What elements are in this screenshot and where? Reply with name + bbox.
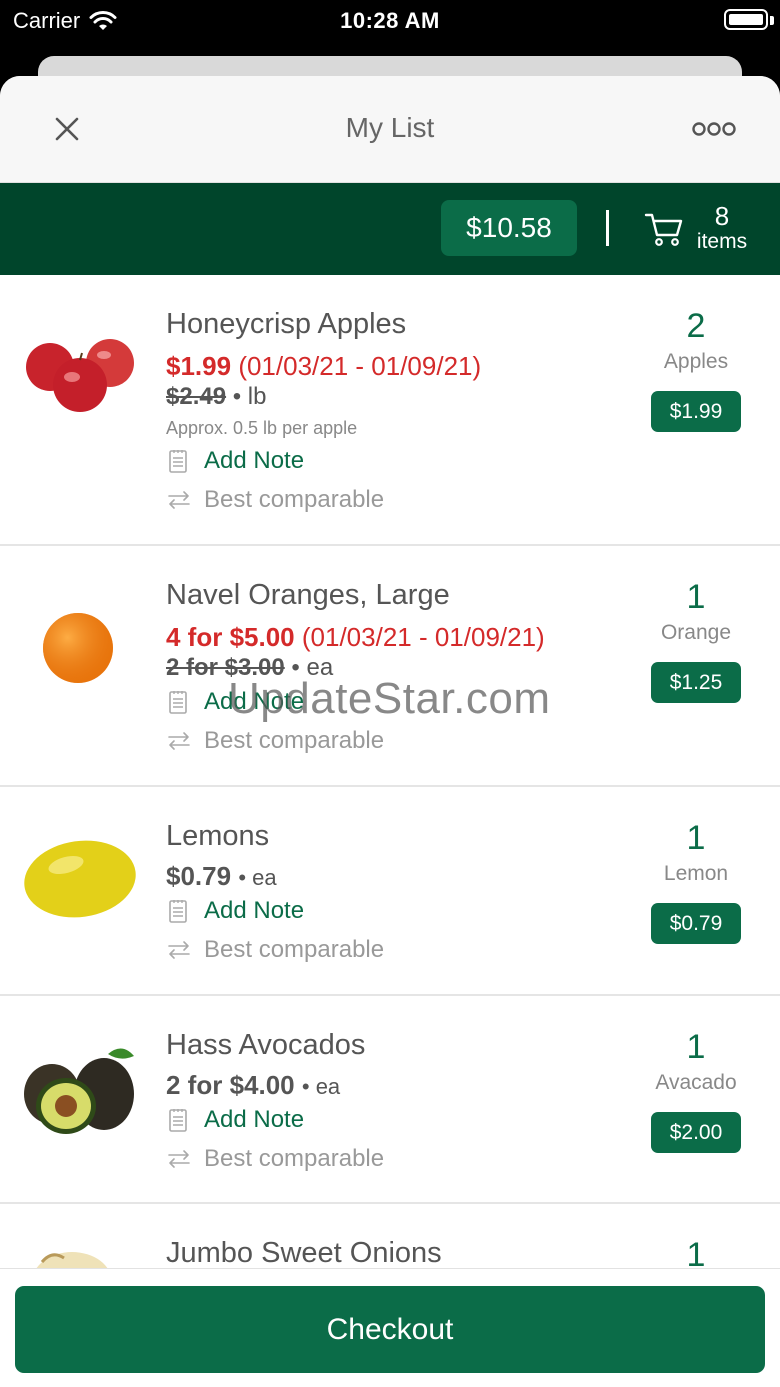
summary-divider	[606, 210, 609, 246]
add-note-label: Add Note	[204, 897, 305, 924]
unit-suffix: • ea	[238, 865, 277, 890]
best-comparable-option[interactable]: Best comparable	[166, 486, 384, 514]
best-comparable-label: Best comparable	[204, 936, 385, 963]
note-icon	[169, 450, 187, 473]
swap-arrows-icon	[168, 941, 190, 959]
best-comparable-label: Best comparable	[204, 1145, 385, 1172]
item-name[interactable]: Hass Avocados	[166, 1029, 365, 1062]
orange-image	[43, 613, 113, 683]
battery-nub	[770, 16, 774, 25]
cart-icon[interactable]	[644, 211, 684, 247]
quantity-value[interactable]: 1	[636, 819, 756, 858]
add-note-button[interactable]: Add Note	[166, 447, 304, 475]
line-total-badge[interactable]: $0.79	[651, 903, 741, 944]
lemon-image	[24, 840, 136, 918]
note-icon	[169, 900, 187, 923]
unit-suffix: • ea	[301, 1074, 341, 1099]
add-note-label: Add Note	[204, 688, 305, 715]
regular-price-line: 2 for $3.00 • ea	[166, 654, 333, 682]
item-name[interactable]: Honeycrisp Apples	[166, 308, 406, 341]
list-item[interactable]: Lemons $0.79 • ea Add Note Best comparab…	[0, 787, 780, 996]
list-total-badge[interactable]: $10.58	[441, 200, 577, 256]
best-comparable-option[interactable]: Best comparable	[166, 727, 384, 755]
item-count-label: items	[696, 230, 748, 253]
sale-price-line: $1.99 (01/03/21 - 01/09/21)	[166, 351, 481, 382]
item-price: $0.79	[166, 861, 232, 891]
sale-dates: (01/03/21 - 01/09/21)	[238, 351, 482, 381]
item-count-number: 8	[714, 201, 730, 231]
checkout-button[interactable]: Checkout	[15, 1286, 765, 1373]
quantity-value[interactable]: 1	[636, 1028, 756, 1067]
more-options-icon[interactable]	[690, 118, 738, 140]
note-icon	[169, 1109, 187, 1132]
swap-arrows-icon	[168, 491, 190, 509]
unit-suffix: • lb	[232, 383, 267, 410]
swap-arrows-icon	[168, 1150, 190, 1168]
quantity-unit: Lemon	[663, 862, 729, 885]
nav-bar: My List	[0, 76, 780, 183]
approx-weight: Approx. 0.5 lb per apple	[166, 418, 358, 438]
sale-price: $1.99	[166, 351, 232, 381]
list-item[interactable]: Honeycrisp Apples $1.99 (01/03/21 - 01/0…	[0, 275, 780, 546]
line-total-badge[interactable]: $1.25	[651, 662, 741, 703]
old-price: $2.49	[166, 383, 227, 410]
quantity-value[interactable]: 2	[636, 307, 756, 346]
sale-price-line: 4 for $5.00 (01/03/21 - 01/09/21)	[166, 622, 545, 653]
list-summary-bar: $10.58 8 items	[0, 183, 780, 275]
add-note-button[interactable]: Add Note	[166, 1106, 304, 1134]
unit-suffix: • ea	[291, 654, 334, 681]
old-price: 2 for $3.00	[166, 654, 285, 681]
clock: 10:28 AM	[340, 8, 440, 33]
sale-dates: (01/03/21 - 01/09/21)	[301, 622, 545, 652]
regular-price-line: $2.49 • lb	[166, 383, 266, 411]
best-comparable-option[interactable]: Best comparable	[166, 936, 384, 964]
battery-icon	[724, 9, 768, 30]
add-note-label: Add Note	[204, 1106, 305, 1133]
quantity-value[interactable]: 1	[636, 578, 756, 617]
quantity-unit: Apples	[663, 350, 729, 373]
list-item[interactable]: Hass Avocados 2 for $4.00 • ea Add Note …	[0, 996, 780, 1204]
best-comparable-label: Best comparable	[204, 727, 385, 754]
item-name[interactable]: Lemons	[166, 820, 269, 853]
quantity-unit: Avacado	[655, 1071, 737, 1094]
sale-price: 4 for $5.00	[166, 622, 295, 652]
line-total-badge[interactable]: $1.99	[651, 391, 741, 432]
note-icon	[169, 691, 187, 714]
page-title: My List	[345, 112, 435, 143]
quantity-unit: Orange	[660, 621, 732, 644]
avocado-image	[24, 1048, 134, 1134]
checkout-footer: Checkout	[0, 1268, 780, 1387]
item-price: 2 for $4.00	[166, 1070, 295, 1100]
add-note-button[interactable]: Add Note	[166, 688, 304, 716]
item-name[interactable]: Navel Oranges, Large	[166, 579, 450, 612]
status-bar: Carrier 10:28 AM	[0, 0, 780, 56]
list-item[interactable]: Navel Oranges, Large 4 for $5.00 (01/03/…	[0, 546, 780, 787]
swap-arrows-icon	[168, 732, 190, 750]
line-total-badge[interactable]: $2.00	[651, 1112, 741, 1153]
best-comparable-label: Best comparable	[204, 486, 385, 513]
best-comparable-option[interactable]: Best comparable	[166, 1145, 384, 1173]
add-note-label: Add Note	[204, 447, 305, 474]
list-sheet: My List $10.58 8 items Honeycrisp Apples…	[0, 76, 780, 1387]
item-count[interactable]: 8 items	[692, 203, 752, 252]
item-name[interactable]: Jumbo Sweet Onions	[166, 1237, 442, 1270]
price-line: $0.79 • ea	[166, 861, 277, 892]
add-note-button[interactable]: Add Note	[166, 897, 304, 925]
price-line: 2 for $4.00 • ea	[166, 1070, 340, 1101]
apples-image	[26, 339, 134, 412]
